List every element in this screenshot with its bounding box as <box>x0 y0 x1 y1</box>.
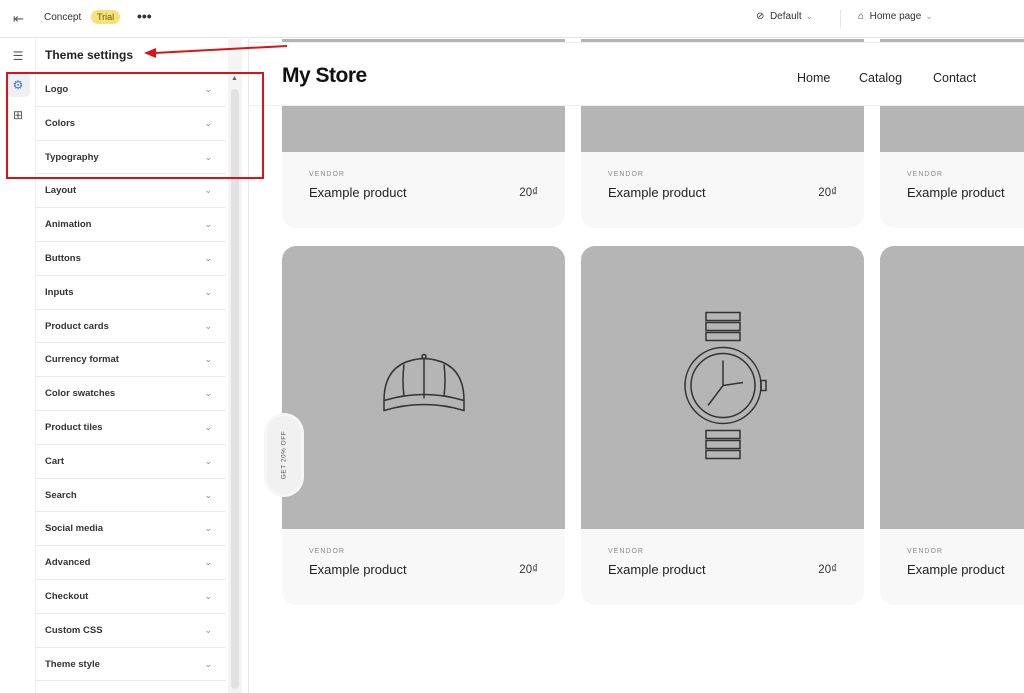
settings-item-label: Color swatches <box>45 388 116 400</box>
store-header: My Store Home Catalog Contact <box>249 42 1024 106</box>
settings-item-currency-format[interactable]: Currency format ⌄ <box>36 343 226 378</box>
chevron-down-icon: ⌄ <box>925 11 933 21</box>
product-name[interactable]: Example product <box>907 185 1005 200</box>
product-name[interactable]: Example product <box>309 185 407 200</box>
product-name[interactable]: Example product <box>309 562 407 577</box>
settings-item-social-media[interactable]: Social media ⌄ <box>36 512 226 547</box>
product-vendor: VENDOR <box>608 548 644 555</box>
chevron-down-icon: ⌄ <box>204 523 212 534</box>
settings-item-layout[interactable]: Layout ⌄ <box>36 174 226 209</box>
settings-item-label: Animation <box>45 219 92 231</box>
chevron-down-icon: ⌄ <box>204 219 212 230</box>
chevron-down-icon: ⌄ <box>204 320 212 331</box>
settings-item-search[interactable]: Search ⌄ <box>36 479 226 513</box>
chevron-down-icon: ⌄ <box>204 286 212 297</box>
chevron-down-icon: ⌄ <box>204 489 212 500</box>
more-icon[interactable]: ••• <box>137 8 152 24</box>
store-name[interactable]: My Store <box>282 64 367 88</box>
product-image[interactable] <box>880 246 1024 529</box>
promo-text: GET 20% OFF <box>280 430 288 480</box>
settings-item-product-tiles[interactable]: Product tiles ⌄ <box>36 411 226 445</box>
annotation-arrow <box>144 45 288 58</box>
settings-item-label: Custom CSS <box>45 624 103 636</box>
settings-item-label: Inputs <box>45 286 74 298</box>
nav-catalog[interactable]: Catalog <box>859 71 902 85</box>
product-name[interactable]: Example product <box>907 562 1005 577</box>
product-vendor: VENDOR <box>309 171 345 178</box>
globe-icon: ⊘ <box>756 11 765 22</box>
home-icon: ⌂ <box>858 11 865 22</box>
product-price: 20₫ <box>519 187 538 199</box>
cap-icon <box>374 340 474 435</box>
product-price: 20₫ <box>818 564 837 576</box>
watch-icon <box>678 310 768 465</box>
chevron-down-icon: ⌄ <box>204 455 212 466</box>
settings-item-label: Search <box>45 489 77 501</box>
chevron-down-icon: ⌄ <box>204 354 212 365</box>
settings-item-label: Theme style <box>45 658 100 670</box>
chevron-down-icon: ⌄ <box>204 252 212 263</box>
chevron-down-icon: ⌄ <box>805 11 814 21</box>
product-price: 20₫ <box>519 564 538 576</box>
settings-item-label: Advanced <box>45 557 91 569</box>
settings-item-animation[interactable]: Animation ⌄ <box>36 208 226 242</box>
settings-item-checkout[interactable]: Checkout ⌄ <box>36 580 226 614</box>
settings-item-label: Checkout <box>45 590 89 602</box>
language-selector[interactable]: ⊘ Default ⌄ <box>756 11 813 22</box>
settings-item-label: Buttons <box>45 252 81 264</box>
top-bar: ⇤ Concept Trial ••• ⊘ Default ⌄ ⌂ Home pa… <box>0 0 1024 38</box>
product-vendor: VENDOR <box>907 171 943 178</box>
settings-item-label: Currency format <box>45 354 119 366</box>
product-vendor: VENDOR <box>309 548 345 555</box>
settings-item-label: Layout <box>45 185 77 197</box>
product-name[interactable]: Example product <box>608 185 706 200</box>
product-name[interactable]: Example product <box>608 562 706 577</box>
nav-home[interactable]: Home <box>797 71 830 85</box>
product-card[interactable]: VENDOR Example product 20₫ <box>581 246 864 605</box>
chevron-down-icon: ⌄ <box>204 185 212 196</box>
product-vendor: VENDOR <box>608 171 644 178</box>
settings-item-theme-style[interactable]: Theme style ⌄ <box>36 648 226 682</box>
nav-contact[interactable]: Contact <box>933 71 976 85</box>
settings-item-product-cards[interactable]: Product cards ⌄ <box>36 310 226 344</box>
scrollbar-thumb[interactable] <box>231 89 239 689</box>
product-vendor: VENDOR <box>907 548 943 555</box>
divider <box>840 10 841 28</box>
settings-item-label: Cart <box>45 455 65 467</box>
settings-item-cart[interactable]: Cart ⌄ <box>36 445 226 479</box>
language-label: Default <box>769 11 802 22</box>
chevron-down-icon: ⌄ <box>204 421 212 432</box>
product-card[interactable]: VENDOR Example product 20₫ <box>282 246 565 605</box>
page-selector[interactable]: ⌂ Home page ⌄ <box>858 11 933 22</box>
chevron-down-icon: ⌄ <box>204 658 212 669</box>
settings-item-label: Social media <box>45 523 104 535</box>
chevron-down-icon: ⌄ <box>204 624 212 635</box>
settings-item-color-swatches[interactable]: Color swatches ⌄ <box>36 377 226 411</box>
chevron-down-icon: ⌄ <box>204 557 212 568</box>
chevron-down-icon: ⌄ <box>204 590 212 601</box>
settings-item-label: Product tiles <box>45 421 103 433</box>
sections-icon[interactable]: ☰ <box>6 44 30 68</box>
store-preview: My Store Home Catalog Contact VENDOR Exa… <box>248 39 1024 693</box>
product-image[interactable] <box>282 246 565 529</box>
chevron-down-icon: ⌄ <box>204 388 212 399</box>
page-label: Home page <box>869 11 922 22</box>
product-card[interactable]: VENDOR Example product <box>880 246 1024 605</box>
settings-item-custom-css[interactable]: Custom CSS ⌄ <box>36 614 226 648</box>
settings-item-label: Product cards <box>45 320 109 332</box>
product-image[interactable] <box>581 246 864 529</box>
settings-item-inputs[interactable]: Inputs ⌄ <box>36 276 226 310</box>
annotation-highlight-box <box>6 72 264 179</box>
product-price: 20₫ <box>818 187 837 199</box>
panel-title: Theme settings <box>45 48 134 62</box>
settings-item-advanced[interactable]: Advanced ⌄ <box>36 546 226 580</box>
promo-tab[interactable]: GET 20% OFF <box>267 416 301 494</box>
trial-badge: Trial <box>91 10 121 24</box>
settings-item-buttons[interactable]: Buttons ⌄ <box>36 242 226 276</box>
theme-name: Concept <box>44 12 82 23</box>
exit-icon[interactable]: ⇤ <box>13 11 24 27</box>
